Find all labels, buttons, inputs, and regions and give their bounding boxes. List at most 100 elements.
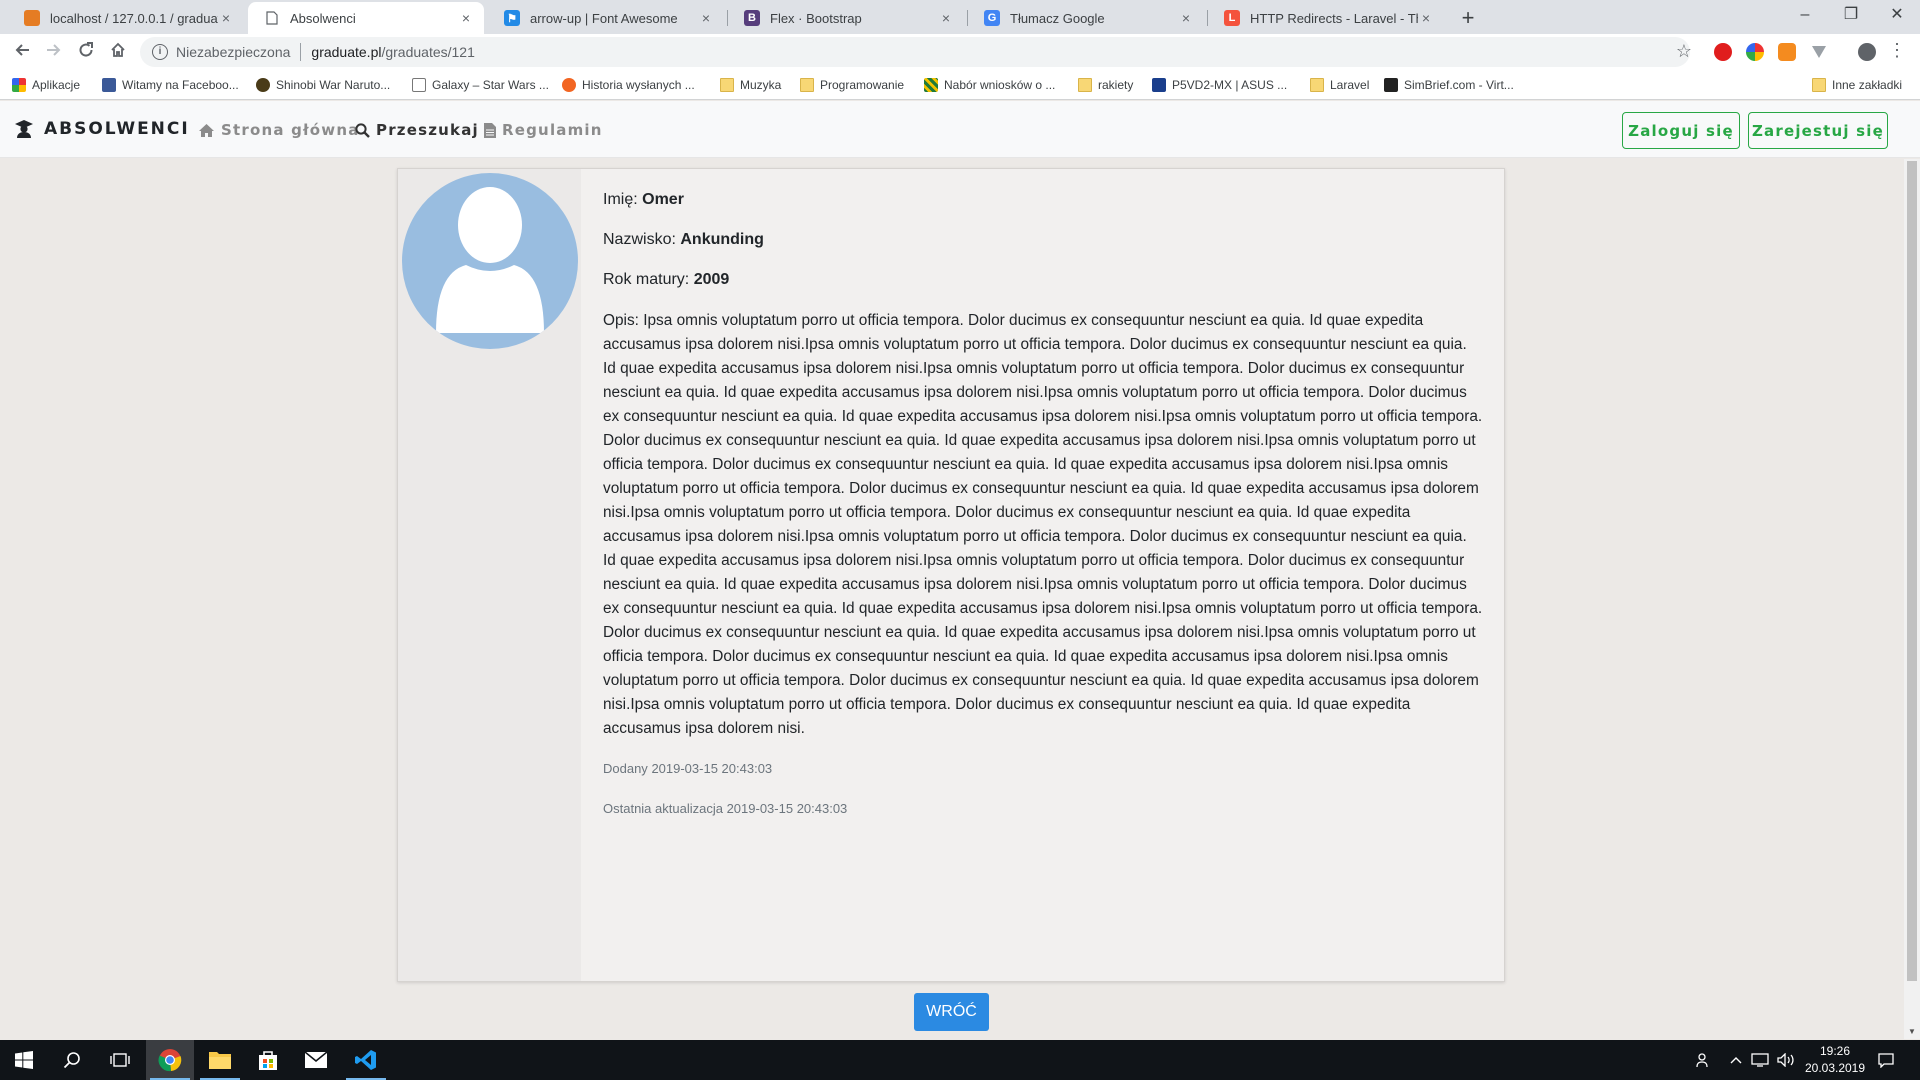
system-clock[interactable]: 19:26 20.03.2019	[1800, 1043, 1870, 1077]
register-button[interactable]: Zarejestuj się	[1748, 112, 1888, 149]
page-icon	[412, 78, 426, 92]
tab-title: Tłumacz Google	[1010, 10, 1105, 26]
stripes-icon	[924, 78, 938, 92]
bookmark-facebook[interactable]: Witamy na Faceboo...	[102, 75, 239, 95]
menu-kebab-icon[interactable]: ⋮	[1888, 41, 1906, 61]
nav-link-label: Przeszukaj	[376, 121, 479, 139]
tab-close-icon[interactable]: ×	[938, 10, 954, 26]
store-icon[interactable]	[244, 1040, 292, 1080]
search-icon[interactable]	[48, 1040, 96, 1080]
browser-tab-font-awesome[interactable]: ⚑ arrow-up | Font Awesome ×	[488, 2, 724, 34]
site-brand[interactable]: ABSOLWENCI	[14, 119, 190, 139]
bookmark-naruto[interactable]: Shinobi War Naruto...	[256, 75, 390, 95]
naruto-icon	[256, 78, 270, 92]
browser-tab-bootstrap[interactable]: B Flex · Bootstrap ×	[728, 2, 964, 34]
bookmark-label: Laravel	[1330, 78, 1370, 92]
first-name-row: Imię: Omer	[603, 189, 1483, 211]
phpmyadmin-favicon-icon	[24, 10, 40, 26]
chrome-icon[interactable]	[146, 1040, 194, 1080]
tab-close-icon[interactable]: ×	[458, 10, 474, 26]
search-icon	[355, 122, 370, 138]
tab-close-icon[interactable]: ×	[1418, 10, 1434, 26]
bookmark-folder-laravel[interactable]: Laravel	[1310, 75, 1369, 95]
graduate-icon	[15, 120, 33, 138]
profile-avatar-icon[interactable]	[1858, 43, 1876, 61]
bookmark-apps[interactable]: Aplikacje	[12, 75, 80, 95]
tab-title: Flex · Bootstrap	[770, 10, 862, 26]
back-arrow-icon[interactable]	[8, 38, 36, 66]
windows-start-icon[interactable]	[0, 1040, 48, 1080]
restore-window-button[interactable]: ❐	[1828, 0, 1874, 34]
bookmark-star-icon[interactable]: ☆	[1672, 37, 1696, 65]
asus-icon	[1152, 78, 1166, 92]
browser-tab-google-translate[interactable]: G Tłumacz Google ×	[968, 2, 1204, 34]
bookmark-nabor[interactable]: Nabór wniosków o ...	[924, 75, 1055, 95]
page-scrollbar[interactable]: ▼	[1904, 159, 1920, 1039]
tab-close-icon[interactable]: ×	[698, 10, 714, 26]
nav-link-home[interactable]: Strona główna	[198, 121, 360, 139]
brand-name: ABSOLWENCI	[44, 119, 190, 139]
bookmark-asus[interactable]: P5VD2-MX | ASUS ...	[1152, 75, 1287, 95]
file-explorer-icon[interactable]	[196, 1040, 244, 1080]
bookmark-label: Galaxy – Star Wars ...	[432, 78, 549, 92]
nav-link-label: Regulamin	[502, 121, 603, 139]
opera-extension-icon[interactable]	[1714, 43, 1732, 61]
google-translate-favicon-icon: G	[984, 10, 1000, 26]
chevron-up-icon[interactable]	[1726, 1040, 1746, 1080]
volume-icon[interactable]	[1774, 1040, 1798, 1080]
folder-icon	[1078, 78, 1092, 92]
color-extension-icon[interactable]	[1746, 43, 1764, 61]
user-silhouette-icon	[436, 187, 544, 333]
bookmark-star-wars[interactable]: Galaxy – Star Wars ...	[412, 75, 549, 95]
home-icon[interactable]	[104, 38, 132, 66]
graduation-year-row: Rok matury: 2009	[603, 269, 1483, 291]
back-button[interactable]: WRÓĆ	[914, 993, 989, 1031]
updated-label: Ostatnia aktualizacja	[603, 801, 723, 816]
shopping-extension-icon[interactable]	[1778, 43, 1796, 61]
vscode-icon[interactable]	[342, 1040, 390, 1080]
created-value: 2019-03-15 20:43:03	[651, 761, 773, 776]
document-icon	[484, 122, 496, 138]
browser-tab-laravel[interactable]: L HTTP Redirects - Laravel - The Pl ×	[1208, 2, 1444, 34]
bookmark-label: Historia wysłanych ...	[582, 78, 695, 92]
facebook-icon	[102, 78, 116, 92]
filter-extension-icon[interactable]	[1810, 43, 1828, 61]
scrollbar-thumb[interactable]	[1907, 161, 1917, 981]
browser-tab-phpmyadmin[interactable]: localhost / 127.0.0.1 / graduate_ ×	[8, 2, 244, 34]
mail-icon[interactable]	[292, 1040, 340, 1080]
close-window-button[interactable]: ✕	[1874, 0, 1920, 34]
nav-link-search[interactable]: Przeszukaj	[355, 121, 479, 139]
forward-arrow-icon[interactable]	[40, 38, 68, 66]
address-bar[interactable]: i Niezabezpieczona graduate.pl /graduate…	[140, 37, 1690, 67]
bookmark-label: Programowanie	[820, 78, 905, 92]
windows-taskbar: 19:26 20.03.2019	[0, 1040, 1920, 1080]
scroll-down-arrow-icon[interactable]: ▼	[1907, 1027, 1917, 1037]
description-text: Ipsa omnis voluptatum porro ut officia t…	[603, 312, 1483, 737]
notifications-icon[interactable]	[1872, 1040, 1900, 1080]
bookmark-other[interactable]: Inne zakładki	[1812, 75, 1902, 95]
bookmark-label: SimBrief.com - Virt...	[1404, 78, 1514, 92]
minimize-window-button[interactable]: –	[1782, 0, 1828, 34]
people-icon[interactable]	[1690, 1040, 1718, 1080]
description-label: Opis:	[603, 312, 639, 329]
reload-icon[interactable]	[72, 38, 100, 66]
task-view-icon[interactable]	[96, 1040, 144, 1080]
bookmark-folder-muzyka[interactable]: Muzyka	[720, 75, 781, 95]
info-icon[interactable]: i	[152, 44, 168, 60]
network-icon[interactable]	[1748, 1040, 1772, 1080]
bookmark-simbrief[interactable]: SimBrief.com - Virt...	[1384, 75, 1514, 95]
clock-time: 19:26	[1819, 1044, 1851, 1058]
tab-close-icon[interactable]: ×	[218, 10, 234, 26]
bookmark-folder-programowanie[interactable]: Programowanie	[800, 75, 904, 95]
nav-link-rules[interactable]: Regulamin	[484, 121, 603, 139]
bookmark-history[interactable]: Historia wysłanych ...	[562, 75, 695, 95]
browser-tab-absolwenci[interactable]: Absolwenci ×	[248, 2, 484, 34]
last-name-value: Ankunding	[680, 231, 764, 248]
bookmark-folder-rakiety[interactable]: rakiety	[1078, 75, 1133, 95]
tab-close-icon[interactable]: ×	[1178, 10, 1194, 26]
updated-value: 2019-03-15 20:43:03	[726, 801, 848, 816]
bookmark-label: rakiety	[1098, 78, 1134, 92]
new-tab-button[interactable]: +	[1454, 4, 1482, 32]
nav-link-label: Strona główna	[221, 121, 360, 139]
login-button[interactable]: Zaloguj się	[1622, 112, 1740, 149]
